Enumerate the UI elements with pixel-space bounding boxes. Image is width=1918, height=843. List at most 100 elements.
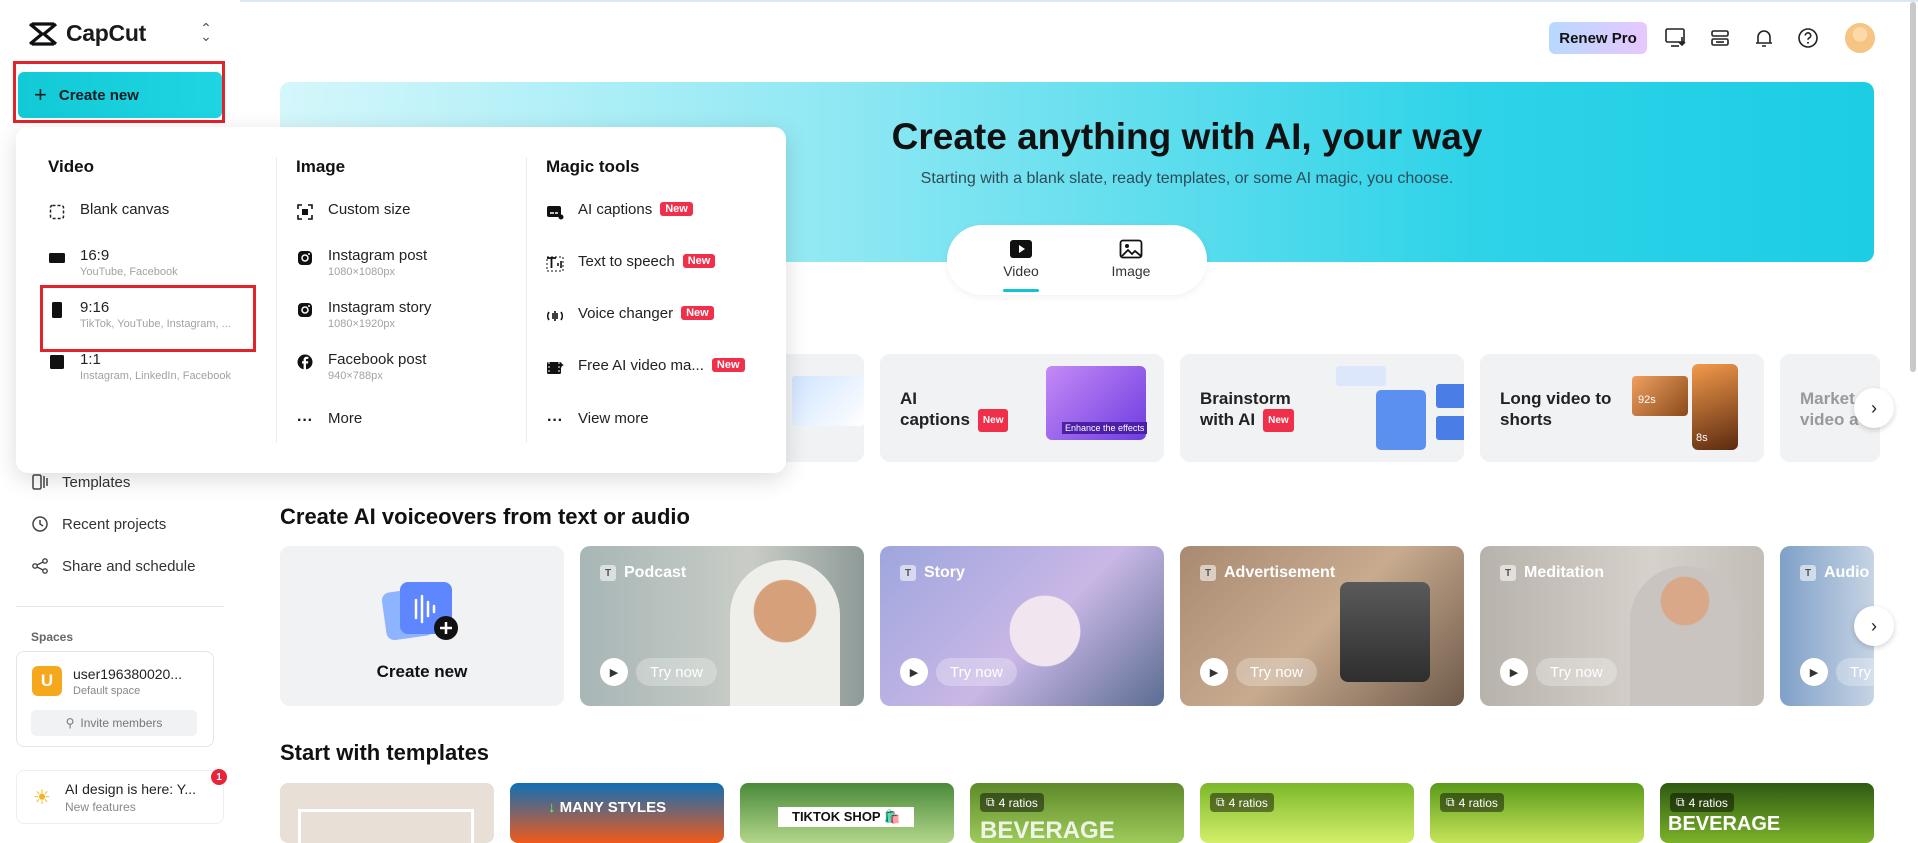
space-avatar: U bbox=[32, 666, 62, 696]
menu-item-instagram-story[interactable]: Instagram story 1080×1920px bbox=[296, 299, 431, 330]
template-card[interactable]: ⧉ 4 ratios bbox=[1430, 783, 1644, 843]
menu-item-instagram-post[interactable]: Instagram post 1080×1080px bbox=[296, 247, 427, 278]
menu-item-custom-size[interactable]: Custom size bbox=[296, 201, 411, 221]
instagram-icon bbox=[296, 249, 314, 267]
template-card[interactable]: ⧉ 4 ratios BEVERAGE bbox=[1660, 783, 1874, 843]
voiceover-create-new-card[interactable]: Create new bbox=[280, 546, 564, 706]
try-now-button[interactable]: ▶ Try now bbox=[1200, 658, 1317, 686]
voiceover-card-story[interactable]: T Story ▶ Try now bbox=[880, 546, 1164, 706]
voice-changer-icon bbox=[546, 307, 564, 325]
ratio-badge: ⧉ 4 ratios bbox=[980, 793, 1044, 812]
square-ratio-icon bbox=[48, 353, 66, 371]
more-dots-icon: ··· bbox=[297, 412, 313, 429]
bell-icon[interactable] bbox=[1752, 26, 1776, 50]
resize-icon bbox=[296, 203, 314, 221]
template-card[interactable] bbox=[280, 783, 494, 843]
invite-members-button[interactable]: ⚲ Invite members bbox=[31, 710, 197, 736]
menu-item-ai-captions[interactable]: AI captions New bbox=[546, 201, 693, 221]
voiceovers-next-arrow[interactable]: › bbox=[1854, 606, 1894, 646]
templates-title: Start with templates bbox=[280, 740, 490, 765]
menu-item-facebook-post[interactable]: Facebook post 940×788px bbox=[296, 351, 426, 382]
menu-item-16-9[interactable]: 16:9 YouTube, Facebook bbox=[48, 247, 178, 278]
feature-thumbnail bbox=[792, 376, 864, 426]
menu-item-free-ai-video[interactable]: Free AI video ma... New bbox=[546, 357, 745, 377]
new-badge: New bbox=[977, 409, 1009, 432]
ratio-badge: ⧉ 4 ratios bbox=[1210, 793, 1274, 812]
capcut-logo[interactable]: CapCut bbox=[28, 20, 146, 47]
tab-video[interactable]: Video bbox=[981, 239, 1061, 279]
feature-card-brainstorm[interactable]: Brainstorm with AI New bbox=[1180, 354, 1464, 462]
feature-card-ai-captions[interactable]: AI captions New Enhance the effects bbox=[880, 354, 1164, 462]
voiceover-card-label: Meditation bbox=[1524, 564, 1604, 581]
template-text: BEVERAGE bbox=[980, 817, 1115, 843]
stack-icon[interactable] bbox=[1708, 26, 1732, 50]
user-add-icon: ⚲ bbox=[65, 716, 75, 730]
invite-members-label: Invite members bbox=[80, 716, 163, 730]
new-badge: New bbox=[1263, 409, 1294, 432]
sidebar-item-share-schedule[interactable]: Share and schedule bbox=[30, 556, 195, 576]
clock-icon bbox=[30, 514, 50, 534]
feature-title: Long video to shorts bbox=[1500, 389, 1612, 429]
feature-thumbnail-caption: Enhance the effects bbox=[1062, 422, 1148, 434]
dropdown-image-title: Image bbox=[296, 157, 346, 176]
voiceover-card-meditation[interactable]: T Meditation ▶ Try now bbox=[1480, 546, 1764, 706]
sun-icon: ☀ bbox=[33, 787, 51, 809]
ratio-icon: ⧉ bbox=[1676, 795, 1685, 809]
tab-image[interactable]: Image bbox=[1091, 239, 1171, 279]
new-badge: New bbox=[711, 358, 745, 372]
news-subtitle: New features bbox=[65, 800, 136, 814]
duration-badge: 92s bbox=[1638, 394, 1656, 406]
sidebar-item-label: Templates bbox=[62, 473, 131, 491]
renew-pro-button[interactable]: Renew Pro bbox=[1549, 22, 1647, 54]
menu-item-image-more[interactable]: ··· More bbox=[296, 410, 362, 430]
menu-item-blank-canvas[interactable]: Blank canvas bbox=[48, 201, 169, 221]
voiceovers-title: Create AI voiceovers from text or audio bbox=[280, 504, 690, 529]
try-now-button[interactable]: ▶ Try bbox=[1800, 658, 1874, 686]
menu-item-text-to-speech[interactable]: Text to speech New bbox=[546, 253, 716, 273]
chevron-right-icon: › bbox=[1871, 615, 1877, 636]
menu-item-1-1[interactable]: 1:1 Instagram, LinkedIn, Facebook bbox=[48, 351, 231, 382]
image-icon bbox=[1119, 239, 1143, 259]
podcast-person-image bbox=[730, 560, 840, 706]
template-card[interactable]: ⧉ 4 ratios bbox=[1200, 783, 1414, 843]
text-icon: T bbox=[1800, 565, 1816, 581]
try-now-button[interactable]: ▶ Try now bbox=[1500, 658, 1617, 686]
template-card[interactable]: ↓ MANY STYLES bbox=[510, 783, 724, 843]
template-card[interactable]: TIKTOK SHOP 🛍️ bbox=[740, 783, 954, 843]
menu-item-voice-changer[interactable]: Voice changer New bbox=[546, 305, 714, 325]
workspace-switch-icon[interactable]: ⌃ ⌄ bbox=[200, 21, 212, 43]
news-card[interactable]: ☀ AI design is here: Y... New features 1 bbox=[16, 769, 227, 824]
sidebar-item-templates[interactable]: Templates bbox=[30, 472, 130, 492]
captions-icon bbox=[546, 203, 564, 221]
feature-title: Market video a bbox=[1800, 389, 1859, 429]
page-scrollbar[interactable] bbox=[1910, 2, 1916, 372]
try-now-button[interactable]: ▶ Try now bbox=[600, 658, 717, 686]
capcut-logo-icon bbox=[28, 21, 58, 47]
play-icon: ▶ bbox=[600, 658, 628, 686]
meditation-person-image bbox=[1630, 566, 1740, 706]
desktop-download-icon[interactable] bbox=[1664, 26, 1688, 50]
help-icon[interactable] bbox=[1796, 26, 1820, 50]
features-next-arrow[interactable]: › bbox=[1854, 388, 1894, 428]
feature-card-long-video[interactable]: Long video to shorts 92s 8s bbox=[1480, 354, 1764, 462]
news-title: AI design is here: Y... bbox=[65, 781, 197, 797]
space-card[interactable]: U user196380020... Default space ⚲ Invit… bbox=[16, 651, 214, 747]
ratio-icon: ⧉ bbox=[1216, 795, 1225, 809]
user-avatar[interactable] bbox=[1845, 23, 1875, 53]
more-dots-icon: ··· bbox=[547, 412, 563, 429]
template-card[interactable]: ⧉ 4 ratios BEVERAGE bbox=[970, 783, 1184, 843]
sidebar-item-recent-projects[interactable]: Recent projects bbox=[30, 514, 166, 534]
menu-item-view-more[interactable]: ··· View more bbox=[546, 410, 649, 430]
ratio-badge: ⧉ 4 ratios bbox=[1440, 793, 1504, 812]
voiceover-card-label: Podcast bbox=[624, 564, 687, 581]
voiceover-card-advertisement[interactable]: T Advertisement ▶ Try now bbox=[1180, 546, 1464, 706]
feature-title: Brainstorm with AI New bbox=[1200, 388, 1294, 432]
voiceover-card-podcast[interactable]: T Podcast ▶ Try now bbox=[580, 546, 864, 706]
highlight-box-9-16 bbox=[40, 285, 256, 352]
play-icon: ▶ bbox=[900, 658, 928, 686]
notification-badge: 1 bbox=[211, 769, 227, 785]
try-now-button[interactable]: ▶ Try now bbox=[900, 658, 1017, 686]
new-badge: New bbox=[681, 306, 714, 320]
duration-badge: 8s bbox=[1696, 432, 1708, 444]
create-type-tabs: Video Image bbox=[947, 225, 1207, 295]
